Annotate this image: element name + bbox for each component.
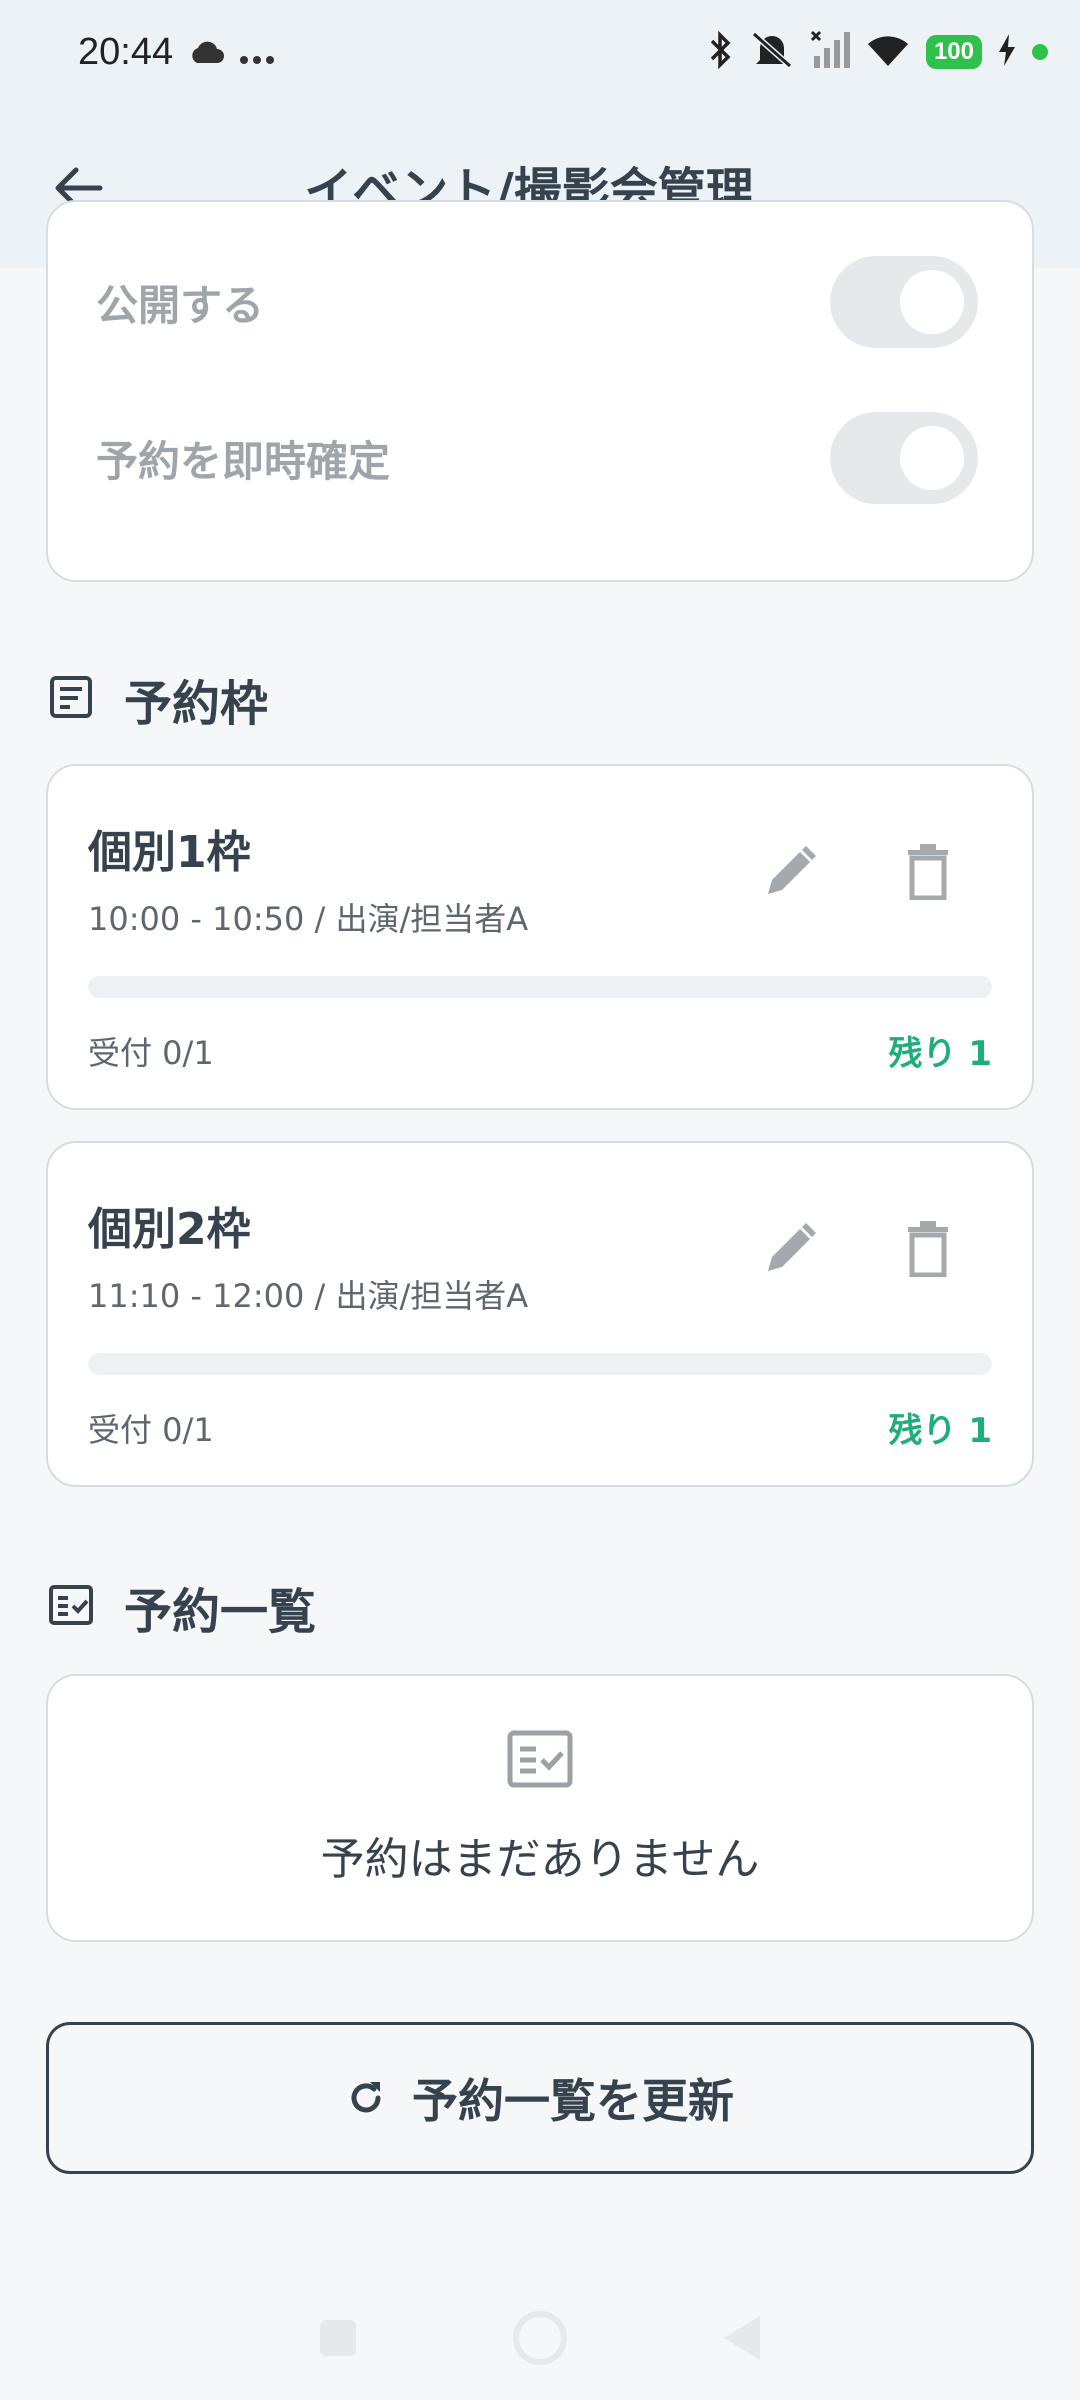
slot-name: 個別1枠	[88, 827, 251, 878]
slot-card[interactable]: 個別2枠 11:10 - 12:00 / 出演/担当者A 受付 0/1 残り 1	[46, 1141, 1034, 1487]
signal-icon	[810, 30, 850, 74]
notification-dot	[1032, 44, 1048, 60]
reservations-section-title: 予約一覧	[124, 1584, 317, 1640]
checklist-icon	[48, 1584, 94, 1630]
slot-remaining-count: 残り 1	[888, 1034, 993, 1074]
delete-slot-button[interactable]	[896, 840, 960, 904]
trash-icon	[908, 1221, 948, 1277]
slots-list-icon	[48, 674, 94, 724]
pencil-icon	[768, 846, 816, 894]
pencil-icon	[768, 1223, 816, 1271]
publish-toggle[interactable]	[830, 256, 978, 348]
mute-icon	[750, 30, 794, 74]
wifi-icon	[866, 32, 910, 72]
empty-state-text: 予約はまだありません	[320, 1834, 760, 1885]
recents-button[interactable]	[316, 2316, 360, 2364]
charging-icon	[998, 34, 1016, 70]
slot-progress-bar	[88, 976, 992, 998]
trash-icon	[908, 844, 948, 900]
slot-accepted-count: 受付 0/1	[88, 1411, 214, 1449]
bluetooth-icon	[708, 30, 734, 74]
slot-card[interactable]: 個別1枠 10:00 - 10:50 / 出演/担当者A 受付 0/1 残り 1	[46, 764, 1034, 1110]
status-bar-right: 100	[708, 30, 1048, 74]
checklist-icon	[506, 1729, 574, 1793]
publish-setting-row: 公開する	[96, 252, 978, 352]
instant-confirm-label: 予約を即時確定	[96, 436, 391, 486]
cloud-icon	[187, 30, 225, 74]
delete-slot-button[interactable]	[896, 1217, 960, 1281]
home-button[interactable]	[510, 2308, 570, 2372]
edit-slot-button[interactable]	[758, 840, 822, 904]
instant-confirm-toggle[interactable]	[830, 412, 978, 504]
event-settings-card: 公開する 予約を即時確定	[46, 200, 1034, 582]
square-icon	[320, 2320, 356, 2356]
battery-icon: 100	[925, 35, 982, 69]
slots-section-header: 予約枠	[48, 664, 268, 734]
triangle-back-icon	[724, 2316, 760, 2360]
reservations-empty-state: 予約はまだありません	[46, 1674, 1034, 1942]
status-bar: 20:44 100	[0, 0, 1080, 104]
slot-name: 個別2枠	[88, 1204, 251, 1255]
back-nav-button[interactable]	[720, 2312, 764, 2368]
slots-section-title: 予約枠	[124, 676, 269, 732]
refresh-icon	[351, 2082, 381, 2113]
system-nav-bar	[0, 2280, 1080, 2400]
reservations-section-header: 予約一覧	[48, 1572, 316, 1642]
status-bar-left: 20:44	[78, 30, 275, 74]
slot-progress-bar	[88, 1353, 992, 1375]
circle-icon	[513, 2311, 567, 2365]
refresh-button-label: 予約一覧を更新	[412, 2074, 734, 2128]
slot-time: 11:10 - 12:00 / 出演/担当者A	[88, 1277, 529, 1315]
toggle-knob	[900, 426, 964, 490]
slot-time: 10:00 - 10:50 / 出演/担当者A	[88, 900, 529, 938]
more-dots-icon	[239, 30, 275, 74]
instant-confirm-setting-row: 予約を即時確定	[96, 408, 978, 508]
publish-label: 公開する	[96, 280, 265, 330]
toggle-knob	[900, 270, 964, 334]
status-time: 20:44	[78, 30, 174, 73]
refresh-reservations-button[interactable]: 予約一覧を更新	[46, 2022, 1034, 2174]
slot-accepted-count: 受付 0/1	[88, 1034, 214, 1072]
edit-slot-button[interactable]	[758, 1217, 822, 1281]
slot-remaining-count: 残り 1	[888, 1411, 993, 1451]
